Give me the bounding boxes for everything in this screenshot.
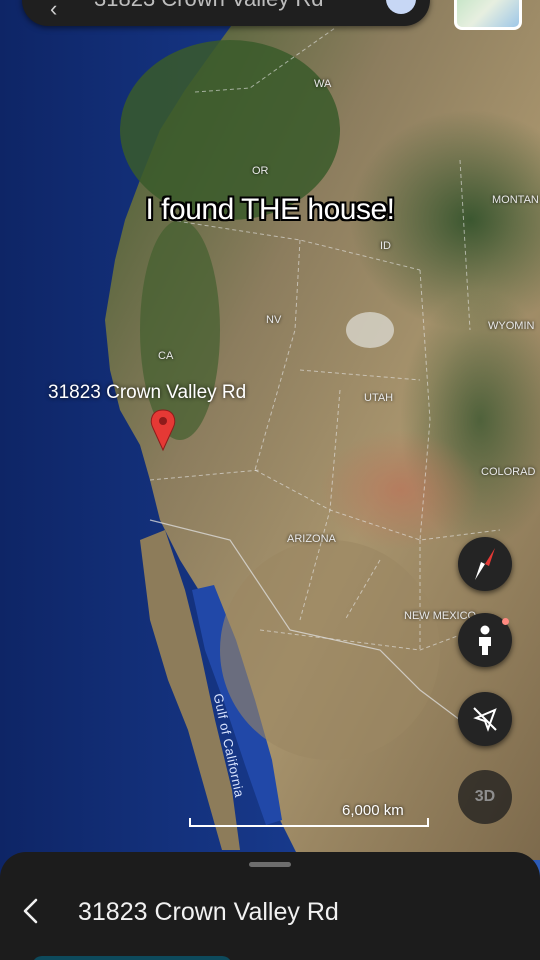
salt-flat	[346, 312, 394, 348]
pin-label[interactable]: 31823 Crown Valley Rd	[48, 382, 246, 404]
state-label-arizona: ARIZONA	[287, 533, 336, 545]
satellite-map[interactable]	[0, 0, 540, 960]
state-label-colorado: COLORAD	[481, 466, 536, 478]
back-arrow-icon[interactable]: ‹	[50, 0, 57, 22]
chevron-left-icon[interactable]	[16, 894, 46, 928]
place-title: 31823 Crown Valley Rd	[78, 898, 339, 926]
location-off-icon	[473, 707, 497, 732]
account-avatar-icon[interactable]	[386, 0, 416, 14]
bottom-sheet[interactable]: 31823 Crown Valley Rd	[0, 852, 540, 960]
search-bar[interactable]: ‹ 31823 Crown Valley Rd	[22, 0, 430, 26]
red-rock-country	[320, 430, 480, 550]
state-label-wa: WA	[314, 78, 332, 90]
map-screen: ‹ 31823 Crown Valley Rd I found THE hous…	[0, 0, 540, 960]
sheet-drag-handle[interactable]	[249, 862, 291, 867]
state-label-or: OR	[252, 165, 269, 177]
desert-sw	[220, 540, 440, 760]
state-label-montana: MONTAN	[492, 194, 539, 206]
forest-sierra	[140, 220, 220, 440]
search-query[interactable]: 31823 Crown Valley Rd	[94, 0, 324, 12]
state-label-wyoming: WYOMIN	[488, 320, 535, 332]
map-layers-button[interactable]	[454, 0, 522, 30]
state-label-id: ID	[380, 240, 391, 252]
pegman-indicator-dot	[502, 618, 509, 625]
scale-label: 6,000 km	[342, 802, 404, 819]
state-label-utah: UTAH	[364, 392, 394, 404]
state-label-nv: NV	[266, 314, 282, 326]
3d-toggle-button[interactable]: 3D	[458, 770, 512, 824]
sheet-action-peek[interactable]	[32, 956, 232, 960]
state-label-ca: CA	[158, 350, 174, 362]
video-caption: I found THE house!	[145, 193, 395, 226]
compass-icon	[475, 548, 495, 580]
my-location-button[interactable]	[458, 692, 512, 746]
compass-button[interactable]	[458, 537, 512, 591]
